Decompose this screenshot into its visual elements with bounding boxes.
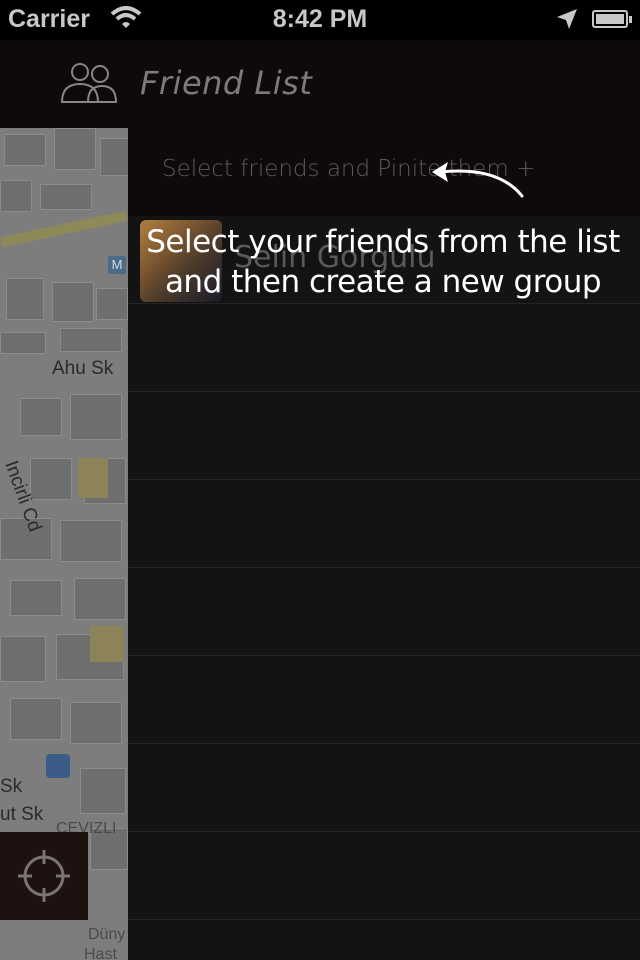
tram-station-icon [46,754,70,778]
tutorial-line: and then create a new group [164,264,602,300]
empty-row [128,480,640,568]
empty-row [128,832,640,920]
page-title: Friend List [140,64,313,102]
location-arrow-icon [557,9,577,29]
map-label: Hast [84,946,117,960]
tutorial-overlay: Select your friends from the list and th… [140,222,626,302]
tutorial-line: Select your friends from the list [146,224,620,260]
crosshair-icon [18,850,70,902]
map-label: Ahu Sk [52,358,114,379]
status-bar: Carrier 8:42 PM [0,0,640,40]
empty-row [128,744,640,832]
metro-station-icon: M [108,256,126,274]
map-label: Sk [0,776,23,797]
locate-me-button[interactable] [0,832,88,920]
clock: 8:42 PM [272,5,368,33]
empty-row [128,304,640,392]
empty-row [128,656,640,744]
friends-group-icon[interactable] [58,60,120,104]
empty-row [128,392,640,480]
tutorial-arrow-icon [432,162,524,198]
map-label: ut Sk [0,804,44,825]
map-label: Düny [88,926,126,943]
battery-icon [592,10,632,28]
friend-list-toolbar: Select friends and Pinite them + [128,128,640,216]
empty-row [128,568,640,656]
